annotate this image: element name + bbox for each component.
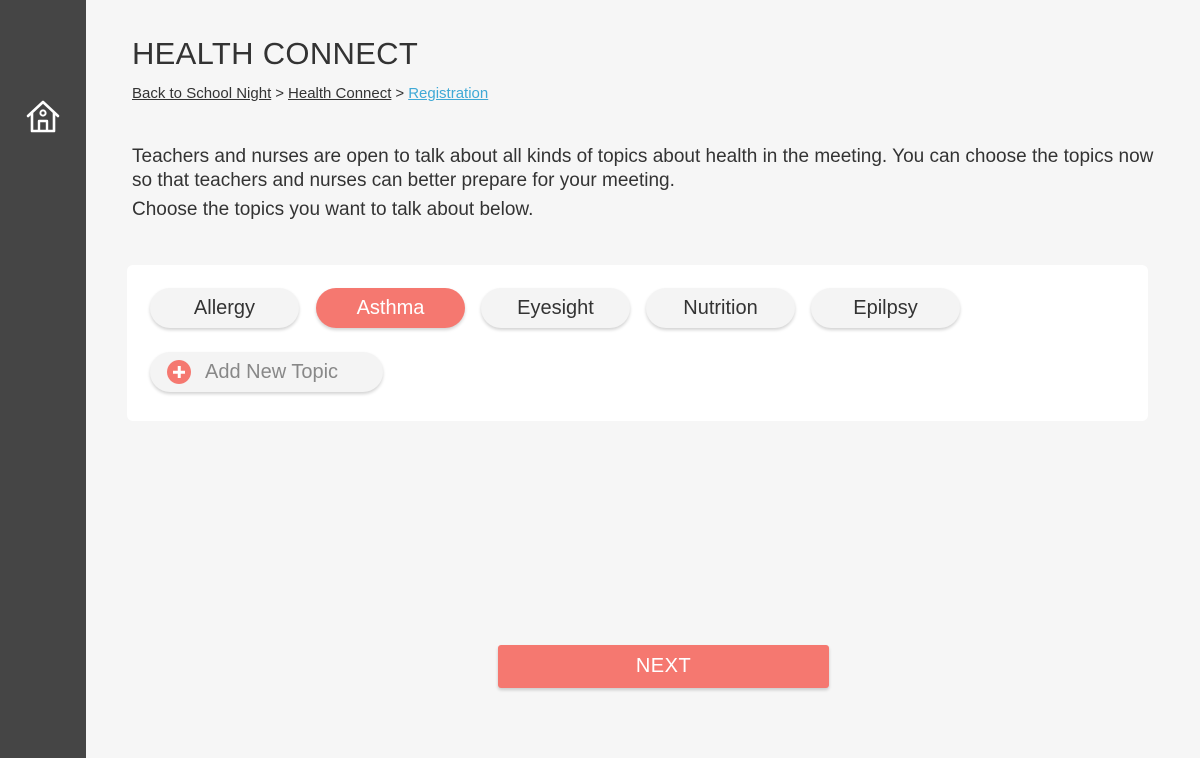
main-content: HEALTH CONNECT Back to School Night > Heal… <box>86 0 1200 758</box>
breadcrumb-separator: > <box>395 85 405 102</box>
plus-circle-icon <box>167 360 191 384</box>
intro-text: Teachers and nurses are open to talk abo… <box>132 145 1172 222</box>
topic-chip-asthma[interactable]: Asthma <box>316 288 465 328</box>
home-icon <box>26 100 60 133</box>
breadcrumb-registration[interactable]: Registration <box>408 85 488 102</box>
breadcrumb-separator: > <box>275 85 285 102</box>
intro-instruction: Choose the topics you want to talk about… <box>132 199 534 220</box>
next-button[interactable]: NEXT <box>498 645 829 688</box>
add-new-topic-button[interactable]: Add New Topic <box>150 352 383 392</box>
breadcrumb-health-connect[interactable]: Health Connect <box>288 85 391 102</box>
add-new-topic-label: Add New Topic <box>205 360 339 383</box>
breadcrumb-back-to-school-night[interactable]: Back to School Night <box>132 85 271 102</box>
home-button[interactable] <box>23 96 63 136</box>
topic-chip-eyesight[interactable]: Eyesight <box>481 288 630 328</box>
page-title: HEALTH CONNECT <box>132 36 419 71</box>
topic-chip-nutrition[interactable]: Nutrition <box>646 288 795 328</box>
topics-card: Allergy Asthma Eyesight Nutrition Epilps… <box>127 265 1148 421</box>
breadcrumb: Back to School Night > Health Connect > Regi… <box>132 85 488 102</box>
sidebar <box>0 0 86 758</box>
intro-paragraph: Teachers and nurses are open to talk abo… <box>132 146 1154 191</box>
topic-chip-allergy[interactable]: Allergy <box>150 288 299 328</box>
topic-chip-epilpsy[interactable]: Epilpsy <box>811 288 960 328</box>
